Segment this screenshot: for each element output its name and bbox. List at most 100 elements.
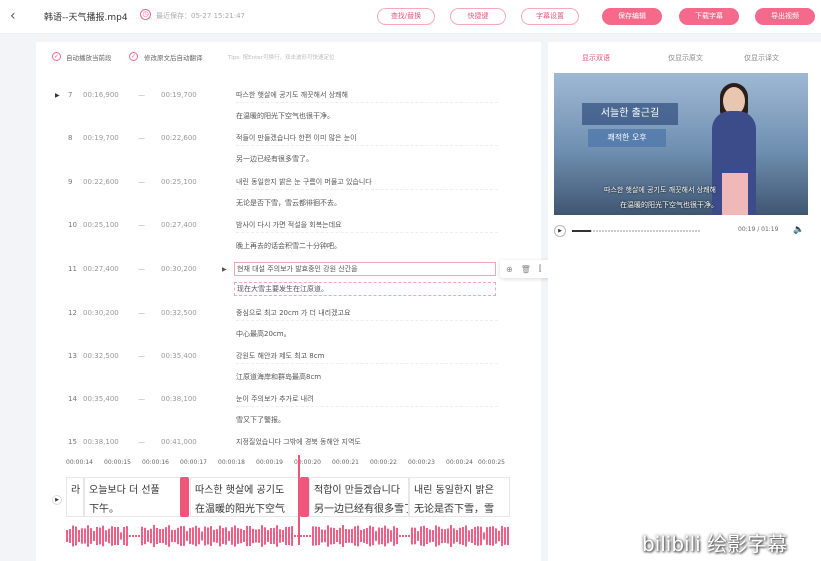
tab-bilingual[interactable]: 显示双语 xyxy=(582,53,610,63)
end-time[interactable]: 00:30,200 xyxy=(161,265,197,273)
end-time[interactable]: 00:19,700 xyxy=(161,91,197,99)
delete-icon[interactable]: 🗑 xyxy=(521,265,531,274)
add-icon[interactable]: ⊕ xyxy=(506,265,513,274)
wave-bar xyxy=(306,535,308,537)
wave-bar xyxy=(489,526,491,546)
start-time[interactable]: 00:22,600 xyxy=(83,178,119,186)
play-button[interactable]: ▶ xyxy=(554,225,566,237)
tab-original[interactable]: 仅显示原文 xyxy=(668,53,703,63)
end-time[interactable]: 00:32,500 xyxy=(161,309,197,317)
table-row[interactable]: 10 00:25,100 — 00:27,400 밤사이 다시 가면 적설을 회… xyxy=(36,218,541,262)
translation-text[interactable]: 另一边已经有很多雪了。 xyxy=(236,154,313,164)
wave-bar xyxy=(492,526,494,546)
timeline-play-icon[interactable]: ▶ xyxy=(52,495,62,505)
table-row-active[interactable]: 11 00:27,400 — 00:30,200 ▶ 현재 대설 주의보가 발효… xyxy=(36,260,588,306)
row-number: 10 xyxy=(68,221,77,229)
start-time[interactable]: 00:25,100 xyxy=(83,221,119,229)
end-time[interactable]: 00:25,100 xyxy=(161,178,197,186)
wave-bar xyxy=(423,525,425,547)
end-time[interactable]: 00:27,400 xyxy=(161,221,197,229)
wave-bar xyxy=(240,528,242,544)
timeline-clip[interactable]: 적합이 만들겠습니다 另一边已经有很多雪了 xyxy=(309,477,409,517)
volume-icon[interactable]: 🔈 xyxy=(793,225,804,235)
progress-bar[interactable] xyxy=(572,230,700,232)
tick-label: 00:00:18 xyxy=(218,459,245,466)
source-text[interactable]: 지정질었습니다 그밖에 경북 동해안 지역도 xyxy=(236,437,361,447)
start-time[interactable]: 00:30,200 xyxy=(83,309,119,317)
wave-bar xyxy=(246,525,248,547)
translation-text[interactable]: 中心最高20cm。 xyxy=(236,329,291,339)
presenter-skirt xyxy=(722,173,748,215)
table-row[interactable]: 9 00:22,600 — 00:25,100 내린 동일한지 밝은 눈 구름이… xyxy=(36,175,541,219)
start-time[interactable]: 00:19,700 xyxy=(83,134,119,142)
end-time[interactable]: 00:35,400 xyxy=(161,352,197,360)
end-time[interactable]: 00:41,000 xyxy=(161,438,197,446)
export-video-button[interactable]: 导出视频 xyxy=(755,8,815,25)
video-player[interactable]: 서늘한 출근길 쾌적한 오후 따스한 햇살에 공기도 깨끗해서 상쾌해 在温暖的… xyxy=(554,73,808,215)
save-edit-button[interactable]: 保存编辑 xyxy=(602,8,662,25)
play-icon[interactable]: ▶ xyxy=(222,266,227,273)
subtitle-settings-button[interactable]: 字幕设置 xyxy=(521,8,579,25)
source-text[interactable]: 따스한 햇살에 공기도 깨끗해서 상쾌해 xyxy=(236,90,348,100)
time-separator: — xyxy=(138,178,145,186)
wave-bar xyxy=(465,525,467,547)
auto-translate-checkbox[interactable]: ✓ xyxy=(129,52,138,61)
source-text[interactable]: 눈이 주의보가 추가로 내려 xyxy=(236,394,314,404)
translation-text[interactable]: 现在大雪主要发生在江原道。 xyxy=(234,282,496,296)
wave-bar xyxy=(417,531,419,541)
translation-text[interactable]: 在温暖的阳光下空气也很干净。 xyxy=(236,111,334,121)
source-text[interactable]: 내린 동일한지 밝은 눈 구름이 머물고 있습니다 xyxy=(236,177,372,187)
download-subtitle-button[interactable]: 下载字幕 xyxy=(679,8,739,25)
end-time[interactable]: 00:22,600 xyxy=(161,134,197,142)
start-time[interactable]: 00:32,500 xyxy=(83,352,119,360)
table-row[interactable]: 12 00:30,200 — 00:32,500 중심으로 최고 20cm 가 … xyxy=(36,306,541,350)
start-time[interactable]: 00:38,100 xyxy=(83,438,119,446)
timeline-clip[interactable]: 내린 동일한지 밝은 无论是否下雪，雪 xyxy=(409,477,510,517)
table-row[interactable]: 8 00:19,700 — 00:22,600 적들이 만들겠습니다 한편 이미… xyxy=(36,131,541,175)
wave-bar xyxy=(354,526,356,546)
timeline-clip[interactable]: 따스한 햇살에 공기도 在温暖的阳光下空气 xyxy=(190,477,300,517)
wave-bar xyxy=(69,528,71,544)
translation-text[interactable]: 雪又下了警报。 xyxy=(236,415,285,425)
end-time[interactable]: 00:38,100 xyxy=(161,395,197,403)
wave-bar xyxy=(123,526,125,546)
translation-text[interactable]: 江原道海岸和群岛最高8cm xyxy=(236,372,321,382)
start-time[interactable]: 00:16,900 xyxy=(83,91,119,99)
wave-bar xyxy=(270,527,272,545)
find-replace-button[interactable]: 查找/替换 xyxy=(377,8,435,25)
timeline[interactable]: 00:00:14 00:00:15 00:00:16 00:00:17 00:0… xyxy=(66,455,510,561)
play-icon[interactable]: ▶ xyxy=(55,92,60,99)
row-number: 14 xyxy=(68,395,77,403)
wave-bar xyxy=(315,526,317,546)
wave-bar xyxy=(213,529,215,543)
start-time[interactable]: 00:27,400 xyxy=(83,265,119,273)
tick-label: 00:00:21 xyxy=(332,459,359,466)
audio-waveform[interactable] xyxy=(66,521,510,551)
wave-bar xyxy=(480,526,482,546)
shortcut-button[interactable]: 快捷键 xyxy=(450,8,506,25)
table-row[interactable]: ▶ 7 00:16,900 — 00:19,700 따스한 햇살에 공기도 깨끗… xyxy=(36,88,541,132)
wave-bar xyxy=(378,527,380,545)
source-text[interactable]: 밤사이 다시 가면 적설을 회복는데요 xyxy=(236,220,342,230)
source-text[interactable]: 현재 대설 주의보가 발효중인 강원 산간을 xyxy=(234,262,496,276)
source-text[interactable]: 강원도 해안과 제도 최고 8cm xyxy=(236,351,324,361)
wave-bar xyxy=(396,527,398,545)
tab-translation[interactable]: 仅显示译文 xyxy=(744,53,779,63)
wave-bar xyxy=(90,528,92,544)
source-text[interactable]: 중심으로 최고 20cm 가 더 내리겠고요 xyxy=(236,308,350,318)
auto-scroll-checkbox[interactable]: ✓ xyxy=(52,52,61,61)
source-text[interactable]: 적들이 만들겠습니다 한편 이미 많은 눈이 xyxy=(236,133,357,143)
split-icon[interactable]: ⫿ xyxy=(539,264,542,274)
clip-handle[interactable] xyxy=(300,477,309,517)
back-icon[interactable]: ‹ xyxy=(10,8,16,24)
translation-text[interactable]: 晚上再去的话会积雪二十分钟吧。 xyxy=(236,241,341,251)
wave-bar xyxy=(336,529,338,543)
table-row[interactable]: 14 00:35,400 — 00:38,100 눈이 주의보가 추가로 내려 … xyxy=(36,392,541,436)
time-ruler[interactable]: 00:00:14 00:00:15 00:00:16 00:00:17 00:0… xyxy=(66,459,510,473)
timeline-clip[interactable]: 라 xyxy=(66,477,84,517)
start-time[interactable]: 00:35,400 xyxy=(83,395,119,403)
clip-handle[interactable] xyxy=(180,477,189,517)
translation-text[interactable]: 无论是否下雪，雪云都徘徊不去。 xyxy=(236,198,341,208)
table-row[interactable]: 13 00:32,500 — 00:35,400 강원도 해안과 제도 최고 8… xyxy=(36,349,541,393)
wave-bar xyxy=(342,525,344,547)
